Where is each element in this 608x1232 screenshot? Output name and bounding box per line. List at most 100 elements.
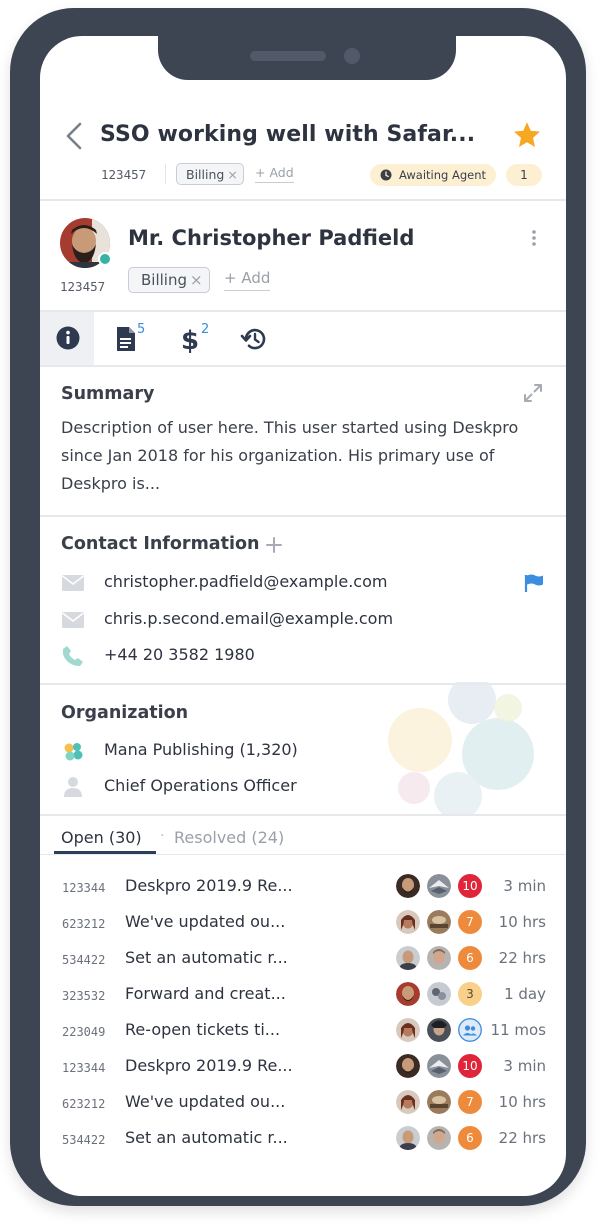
tab-separator: · bbox=[160, 828, 165, 844]
documents-count: 5 bbox=[137, 322, 146, 337]
summary-text: Description of user here. This user star… bbox=[61, 418, 519, 493]
clock-icon bbox=[380, 169, 392, 181]
document-icon[interactable] bbox=[116, 326, 136, 352]
group-icon bbox=[458, 1018, 482, 1042]
divider bbox=[165, 164, 166, 184]
ticket-row[interactable]: 123344 Deskpro 2019.9 Re... 10 3 min bbox=[40, 1052, 566, 1082]
requester-avatar bbox=[396, 982, 420, 1006]
ticket-row-title: Set an automatic r... bbox=[125, 1128, 288, 1147]
ticket-row-title: Deskpro 2019.9 Re... bbox=[125, 876, 293, 895]
reply-count-badge: 7 bbox=[458, 1090, 482, 1114]
divider bbox=[40, 365, 566, 367]
tab-resolved-tickets[interactable]: Resolved (24) bbox=[174, 828, 284, 847]
ticket-row[interactable]: 534422 Set an automatic r... 6 22 hrs bbox=[40, 944, 566, 974]
ticket-row[interactable]: 623212 We've updated ou... 7 10 hrs bbox=[40, 1088, 566, 1118]
email-secondary[interactable]: chris.p.second.email@example.com bbox=[104, 609, 393, 628]
tag-label: Billing bbox=[186, 166, 225, 182]
speaker-grille bbox=[250, 51, 326, 61]
reply-count-badge: 10 bbox=[458, 1054, 482, 1078]
ticket-id: 123457 bbox=[101, 167, 147, 182]
status-badge[interactable]: Awaiting Agent bbox=[370, 164, 497, 186]
add-tag-button[interactable]: + Add bbox=[255, 165, 294, 183]
ticket-row-id: 534422 bbox=[62, 953, 106, 967]
ticket-row[interactable]: 223049 Re-open tickets ti... 11 mos bbox=[40, 1016, 566, 1046]
requester-avatar bbox=[396, 1090, 420, 1114]
divider bbox=[40, 854, 566, 855]
agent-avatar bbox=[427, 946, 451, 970]
organization-logo-icon bbox=[64, 743, 83, 761]
status-count-badge: 1 bbox=[506, 164, 542, 186]
remove-tag-icon[interactable]: × bbox=[190, 271, 203, 289]
phone-frame: SSO working well with Safar... 123457 Bi… bbox=[10, 8, 586, 1206]
app-screen: SSO working well with Safar... 123457 Bi… bbox=[40, 36, 566, 1196]
email-primary[interactable]: christopher.padfield@example.com bbox=[104, 572, 387, 591]
ticket-row-title: We've updated ou... bbox=[125, 912, 286, 931]
requester-avatar bbox=[396, 1054, 420, 1078]
ticket-row[interactable]: 323532 Forward and creat... 3 1 day bbox=[40, 980, 566, 1010]
requester-avatar bbox=[396, 910, 420, 934]
ticket-row-time: 10 hrs bbox=[498, 1093, 546, 1111]
flag-icon[interactable] bbox=[524, 574, 544, 592]
billing-count: 2 bbox=[201, 322, 210, 337]
ticket-row-id: 623212 bbox=[62, 1097, 106, 1111]
ticket-row-time: 1 day bbox=[504, 985, 546, 1003]
organization-name[interactable]: Mana Publishing (1,320) bbox=[104, 740, 298, 759]
status-label: Awaiting Agent bbox=[399, 168, 487, 182]
reply-count-badge: 7 bbox=[458, 910, 482, 934]
divider bbox=[40, 199, 566, 201]
user-name: Mr. Christopher Padfield bbox=[128, 226, 415, 250]
organization-watermark-icon bbox=[388, 682, 534, 816]
reply-count-badge: 6 bbox=[458, 1126, 482, 1150]
more-options-icon[interactable] bbox=[528, 228, 540, 248]
ticket-row-title: Forward and creat... bbox=[125, 984, 286, 1003]
tag-label: Billing bbox=[141, 271, 187, 289]
history-icon[interactable] bbox=[240, 326, 268, 352]
dollar-icon[interactable]: $ bbox=[180, 324, 200, 354]
ticket-row-title: We've updated ou... bbox=[125, 1092, 286, 1111]
agent-avatar bbox=[427, 1018, 451, 1042]
divider bbox=[40, 515, 566, 517]
billing-tag[interactable]: Billing × bbox=[176, 163, 244, 185]
ticket-row[interactable]: 123344 Deskpro 2019.9 Re... 10 3 min bbox=[40, 872, 566, 902]
info-icon bbox=[56, 326, 80, 350]
star-icon[interactable] bbox=[512, 120, 542, 150]
ticket-row-time: 11 mos bbox=[490, 1021, 546, 1039]
online-status-icon bbox=[98, 252, 112, 266]
ticket-row-time: 22 hrs bbox=[498, 1129, 546, 1147]
back-arrow-icon[interactable] bbox=[62, 120, 86, 152]
job-title: Chief Operations Officer bbox=[104, 776, 297, 795]
ticket-row-id: 123344 bbox=[62, 1061, 106, 1075]
ticket-row-id: 323532 bbox=[62, 989, 106, 1003]
phone-notch bbox=[158, 36, 456, 80]
tab-open-tickets[interactable]: Open (30) bbox=[61, 828, 142, 847]
person-icon bbox=[64, 777, 82, 797]
ticket-row-title: Re-open tickets ti... bbox=[125, 1020, 281, 1039]
ticket-row-title: Set an automatic r... bbox=[125, 948, 288, 967]
agent-avatar bbox=[427, 910, 451, 934]
ticket-row[interactable]: 623212 We've updated ou... 7 10 hrs bbox=[40, 908, 566, 938]
agent-avatar bbox=[427, 982, 451, 1006]
ticket-row-id: 223049 bbox=[62, 1025, 106, 1039]
remove-tag-icon[interactable]: × bbox=[227, 167, 237, 182]
reply-count-badge: 3 bbox=[458, 982, 482, 1006]
organization-title: Organization bbox=[61, 703, 189, 723]
ticket-row-time: 22 hrs bbox=[498, 949, 546, 967]
requester-avatar bbox=[396, 946, 420, 970]
email-icon bbox=[62, 575, 84, 591]
add-tag-button[interactable]: + Add bbox=[224, 269, 271, 291]
requester-avatar bbox=[396, 1126, 420, 1150]
divider bbox=[40, 310, 566, 312]
ticket-row[interactable]: 534422 Set an automatic r... 6 22 hrs bbox=[40, 1124, 566, 1154]
billing-tag[interactable]: Billing × bbox=[128, 267, 210, 293]
ticket-row-id: 534422 bbox=[62, 1133, 106, 1147]
divider bbox=[40, 814, 566, 816]
requester-avatar bbox=[396, 1018, 420, 1042]
add-contact-icon[interactable] bbox=[266, 537, 282, 553]
expand-icon[interactable] bbox=[522, 382, 544, 404]
reply-count-badge: 10 bbox=[458, 874, 482, 898]
ticket-row-time: 3 min bbox=[503, 1057, 546, 1075]
phone-number[interactable]: +44 20 3582 1980 bbox=[104, 645, 255, 664]
summary-title: Summary bbox=[61, 384, 155, 404]
reply-count-badge: 6 bbox=[458, 946, 482, 970]
requester-avatar bbox=[396, 874, 420, 898]
